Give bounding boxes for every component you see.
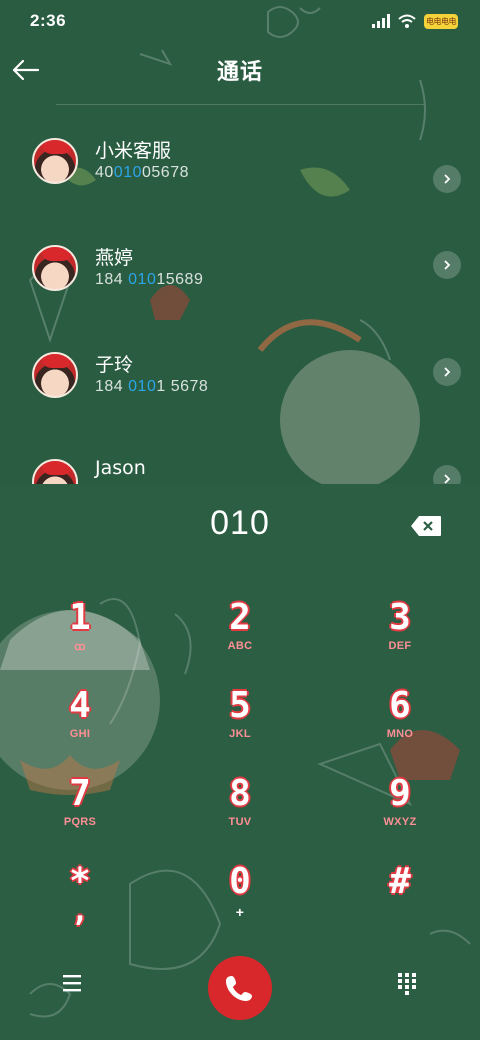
key-letters: + [235,904,245,920]
key-digit: 1 [69,597,91,638]
chevron-right-icon[interactable] [433,465,461,484]
list-item[interactable]: 子玲 184 0101 5678 [0,342,480,442]
menu-icon[interactable] [60,972,86,994]
contact-number: 184 01015689 [95,271,204,288]
key-digit: 0 [229,861,251,902]
call-button[interactable] [208,956,272,1020]
key-digit: 3 [389,597,411,638]
dial-key-4[interactable]: 4 GHI [20,686,140,766]
key-letters: WXYZ [383,816,417,828]
keypad-icon[interactable] [396,972,418,996]
dial-input[interactable]: 010 [0,504,480,543]
dial-key-6[interactable]: 6 MNO [340,686,460,766]
contact-number: 4001005678 [95,164,189,181]
dial-key-star[interactable]: * , [20,862,140,942]
dial-key-1[interactable]: 1 ꝏ [20,598,140,678]
list-item[interactable]: 燕婷 184 01015689 [0,235,480,335]
backspace-icon[interactable] [410,515,442,537]
key-letters: JKL [229,728,251,740]
phone-icon [226,976,252,1001]
key-digit: 9 [389,773,411,814]
key-letters: ABC [227,640,253,652]
key-digit: 8 [229,773,251,814]
dial-key-2[interactable]: 2 ABC [180,598,300,678]
chevron-right-icon[interactable] [433,251,461,279]
avatar [32,459,78,484]
contact-number: 184 0101 5678 [95,378,209,395]
key-digit: 7 [69,773,91,814]
key-letters: DEF [388,640,412,652]
contact-name: 燕婷 [95,247,134,269]
contact-name: Jason [95,457,146,479]
contact-name: 小米客服 [95,140,172,162]
status-time: 2:36 [30,11,67,30]
avatar [32,138,78,184]
header: 通话 [0,48,480,92]
key-letters: GHI [69,728,91,740]
key-digit: 6 [389,685,411,726]
dial-key-5[interactable]: 5 JKL [180,686,300,766]
divider [56,104,424,105]
signal-icon [372,14,390,28]
key-digit: 2 [229,597,251,638]
contact-name: 子玲 [95,354,134,376]
dial-key-3[interactable]: 3 DEF [340,598,460,678]
key-digit: # [389,861,411,902]
dial-key-9[interactable]: 9 WXYZ [340,774,460,854]
key-letters: PQRS [63,816,97,828]
wifi-icon [398,14,416,28]
dial-key-7[interactable]: 7 PQRS [20,774,140,854]
key-digit: 4 [69,685,91,726]
list-item[interactable]: Jason [0,449,480,484]
dial-key-8[interactable]: 8 TUV [180,774,300,854]
battery-icon: 电电电电 [424,13,458,29]
avatar [32,352,78,398]
status-bar: 2:36 电电电电 [0,0,480,42]
chevron-right-icon[interactable] [433,165,461,193]
dial-key-hash[interactable]: # [340,862,460,942]
key-letters: MNO [386,728,414,740]
avatar [32,245,78,291]
dial-key-0[interactable]: 0 + [180,862,300,942]
key-digit: 5 [229,685,251,726]
key-letters: , [70,894,90,929]
chevron-right-icon[interactable] [433,358,461,386]
list-item[interactable]: 小米客服 4001005678 [0,128,480,228]
page-title: 通话 [216,60,263,85]
key-letters: TUV [228,816,252,828]
contact-list: 小米客服 4001005678 燕婷 184 01015689 子玲 184 0… [0,108,480,484]
arrow-left-icon[interactable] [8,52,44,88]
voicemail-icon: ꝏ [74,641,86,653]
